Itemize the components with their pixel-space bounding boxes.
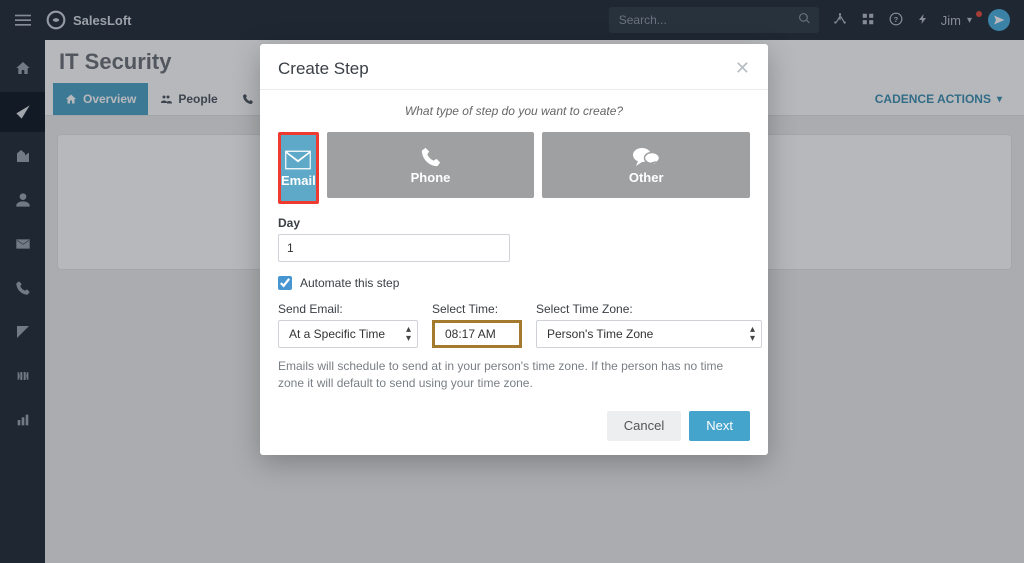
modal-prompt: What type of step do you want to create?: [278, 104, 750, 118]
day-label: Day: [278, 216, 750, 230]
select-time-value: 08:17 AM: [445, 327, 496, 341]
step-type-email[interactable]: Email: [281, 135, 316, 201]
chat-icon: [632, 146, 660, 168]
day-input[interactable]: [278, 234, 510, 262]
automate-row: Automate this step: [278, 276, 750, 290]
select-caret-icon: ▴▾: [750, 325, 755, 343]
select-tz-select[interactable]: Person's Time Zone ▴▾: [536, 320, 762, 348]
step-type-phone[interactable]: Phone: [327, 132, 535, 198]
schedule-row: Send Email: At a Specific Time ▴▾ Select…: [278, 302, 750, 348]
modal-title: Create Step: [278, 59, 369, 79]
select-tz-label: Select Time Zone:: [536, 302, 762, 316]
send-email-select[interactable]: At a Specific Time ▴▾: [278, 320, 418, 348]
select-time-input[interactable]: 08:17 AM: [432, 320, 522, 348]
modal-header: Create Step ✕: [260, 44, 768, 90]
send-email-label: Send Email:: [278, 302, 418, 316]
modal-footer: Cancel Next: [260, 399, 768, 455]
step-type-email-label: Email: [281, 173, 316, 188]
close-icon[interactable]: ✕: [735, 58, 750, 79]
step-type-email-highlight: Email: [278, 132, 319, 204]
send-email-value: At a Specific Time: [289, 327, 385, 341]
helper-text: Emails will schedule to send at in your …: [278, 358, 750, 393]
automate-checkbox[interactable]: [278, 276, 292, 290]
next-button[interactable]: Next: [689, 411, 750, 441]
phone-icon: [417, 146, 445, 168]
envelope-icon: [284, 149, 312, 171]
step-type-selector: Email Phone Other: [278, 132, 750, 204]
select-tz-value: Person's Time Zone: [547, 327, 653, 341]
cancel-button[interactable]: Cancel: [607, 411, 681, 441]
step-type-other-label: Other: [629, 170, 664, 185]
step-type-phone-label: Phone: [411, 170, 451, 185]
select-time-label: Select Time:: [432, 302, 522, 316]
automate-label[interactable]: Automate this step: [300, 276, 399, 290]
modal-body: What type of step do you want to create?…: [260, 90, 768, 399]
step-type-other[interactable]: Other: [542, 132, 750, 198]
create-step-modal: Create Step ✕ What type of step do you w…: [260, 44, 768, 455]
select-caret-icon: ▴▾: [406, 325, 411, 343]
